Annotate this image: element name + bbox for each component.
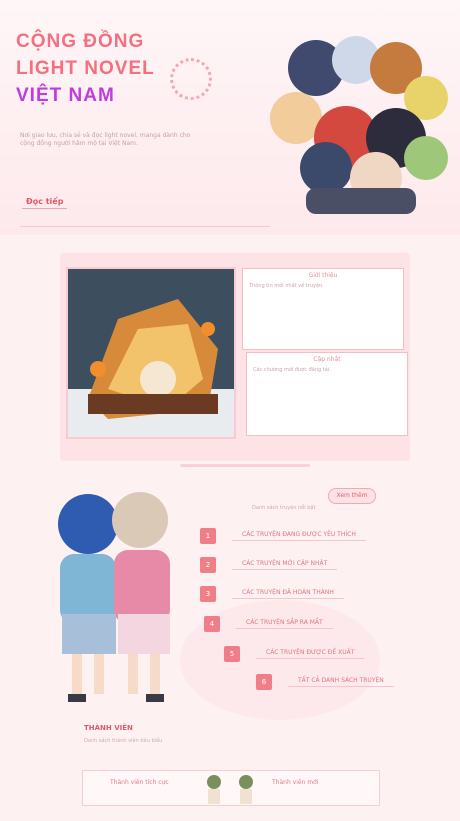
girls-illustration — [58, 492, 170, 702]
see-more-button[interactable]: Xem thêm — [328, 488, 376, 504]
update-panel: Cập nhật Các chương mới được đăng tải. — [246, 352, 408, 436]
list-item-number: 3 — [200, 586, 216, 602]
hero-illustration — [270, 36, 448, 214]
card-footer-bar — [180, 464, 310, 467]
members-subtitle: Danh sách thành viên tiêu biểu — [84, 738, 163, 744]
members-box — [82, 770, 380, 806]
title-line-1: CỘNG ĐỒNG — [16, 31, 145, 52]
list-item-label: CÁC TRUYỆN ĐANG ĐƯỢC YÊU THÍCH — [232, 531, 366, 541]
members-title: THÀNH VIÊN — [84, 724, 133, 732]
info-panel-text: Thông tin mới nhất về truyện. — [249, 283, 324, 289]
member-avatar[interactable] — [236, 774, 256, 806]
list-item-4[interactable]: 4 CÁC TRUYỆN SẮP RA MẮT — [204, 616, 333, 632]
list-item-3[interactable]: 3 CÁC TRUYỆN ĐÃ HOÀN THÀNH — [200, 586, 344, 602]
update-panel-title: Cập nhật — [313, 356, 341, 363]
list-item-label: CÁC TRUYỆN MỚI CẬP NHẬT — [232, 560, 338, 570]
member-avatar[interactable] — [204, 774, 224, 806]
members-right-label[interactable]: Thành viên mới — [272, 779, 318, 786]
list-item-1[interactable]: 1 CÁC TRUYỆN ĐANG ĐƯỢC YÊU THÍCH — [200, 528, 366, 544]
hero-divider — [20, 226, 270, 227]
list-subtitle: Danh sách truyện nổi bật — [252, 505, 316, 511]
intro-text: Nơi giao lưu, chia sẻ và đọc light novel… — [20, 132, 191, 147]
list-item-label: CÁC TRUYỆN ĐƯỢC ĐỀ XUẤT — [256, 649, 365, 659]
info-panel: Giới thiệu Thông tin mới nhất về truyện. — [242, 268, 404, 350]
read-more-link[interactable]: Đọc tiếp — [22, 195, 68, 209]
list-item-label: TẤT CẢ DANH SÁCH TRUYỆN — [288, 677, 394, 687]
list-item-6[interactable]: 6 TẤT CẢ DANH SÁCH TRUYỆN — [256, 674, 394, 690]
list-item-label: CÁC TRUYỆN ĐÃ HOÀN THÀNH — [232, 589, 344, 599]
list-item-number: 1 — [200, 528, 216, 544]
update-panel-text: Các chương mới được đăng tải. — [253, 367, 331, 373]
list-item-number: 5 — [224, 646, 240, 662]
list-item-2[interactable]: 2 CÁC TRUYỆN MỚI CẬP NHẬT — [200, 557, 338, 573]
flower-icon — [170, 58, 212, 100]
card-image[interactable] — [66, 267, 236, 439]
list-item-number: 2 — [200, 557, 216, 573]
info-panel-title: Giới thiệu — [308, 272, 338, 279]
list-item-number: 4 — [204, 616, 220, 632]
list-item-label: CÁC TRUYỆN SẮP RA MẮT — [236, 619, 333, 629]
list-item-5[interactable]: 5 CÁC TRUYỆN ĐƯỢC ĐỀ XUẤT — [224, 646, 365, 662]
members-left-label[interactable]: Thành viên tích cực — [110, 779, 169, 786]
list-item-number: 6 — [256, 674, 272, 690]
